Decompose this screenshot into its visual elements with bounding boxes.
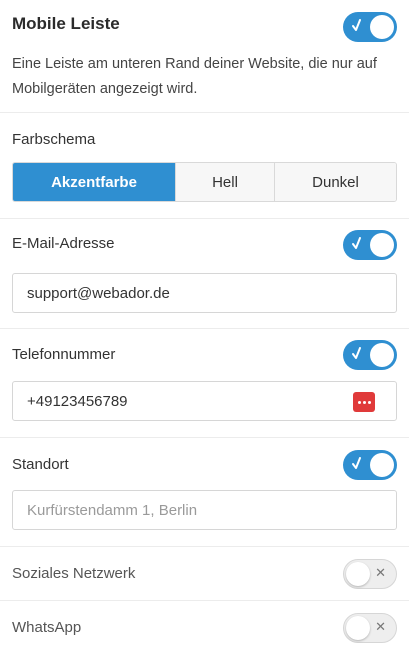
close-icon: ✕	[375, 619, 386, 634]
toggle-knob	[370, 233, 394, 257]
check-icon	[352, 237, 361, 249]
email-value: support@webador.de	[27, 284, 170, 302]
email-field[interactable]: support@webador.de	[12, 273, 397, 313]
phone-field[interactable]: +49123456789	[12, 381, 397, 421]
email-label: E-Mail-Adresse	[12, 235, 115, 252]
color-scheme-option-accent[interactable]: Akzentfarbe	[13, 163, 175, 201]
divider	[0, 546, 409, 547]
phone-value: +49123456789	[27, 392, 128, 410]
toggle-knob	[370, 15, 394, 39]
location-label: Standort	[12, 456, 69, 473]
social-toggle[interactable]: ✕	[343, 559, 397, 589]
location-toggle[interactable]	[343, 450, 397, 480]
social-label: Soziales Netzwerk	[12, 565, 136, 582]
location-field[interactable]: Kurfürstendamm 1, Berlin	[12, 490, 397, 530]
divider	[0, 218, 409, 219]
check-icon	[352, 347, 361, 359]
phone-label: Telefonnummer	[12, 346, 116, 363]
mobile-bar-toggle[interactable]	[343, 12, 397, 42]
toggle-knob	[370, 453, 394, 477]
close-icon: ✕	[375, 565, 386, 580]
email-toggle[interactable]	[343, 230, 397, 260]
divider	[0, 112, 409, 113]
color-scheme-option-dark[interactable]: Dunkel	[274, 163, 396, 201]
whatsapp-label: WhatsApp	[12, 619, 82, 636]
phone-toggle[interactable]	[343, 340, 397, 370]
toggle-knob	[346, 616, 370, 640]
toggle-knob	[370, 343, 394, 367]
whatsapp-toggle[interactable]: ✕	[343, 613, 397, 643]
divider	[0, 600, 409, 601]
divider	[0, 437, 409, 438]
color-scheme-option-light[interactable]: Hell	[175, 163, 274, 201]
check-icon	[352, 457, 361, 469]
password-manager-icon[interactable]	[353, 392, 375, 412]
location-placeholder: Kurfürstendamm 1, Berlin	[27, 501, 198, 519]
color-scheme-label: Farbschema	[12, 131, 96, 148]
divider	[0, 328, 409, 329]
toggle-knob	[346, 562, 370, 586]
check-icon	[352, 19, 361, 31]
color-scheme-selector: Akzentfarbe Hell Dunkel	[12, 162, 397, 202]
section-description: Eine Leiste am unteren Rand deiner Websi…	[12, 56, 377, 97]
section-title: Mobile Leiste	[12, 14, 120, 33]
